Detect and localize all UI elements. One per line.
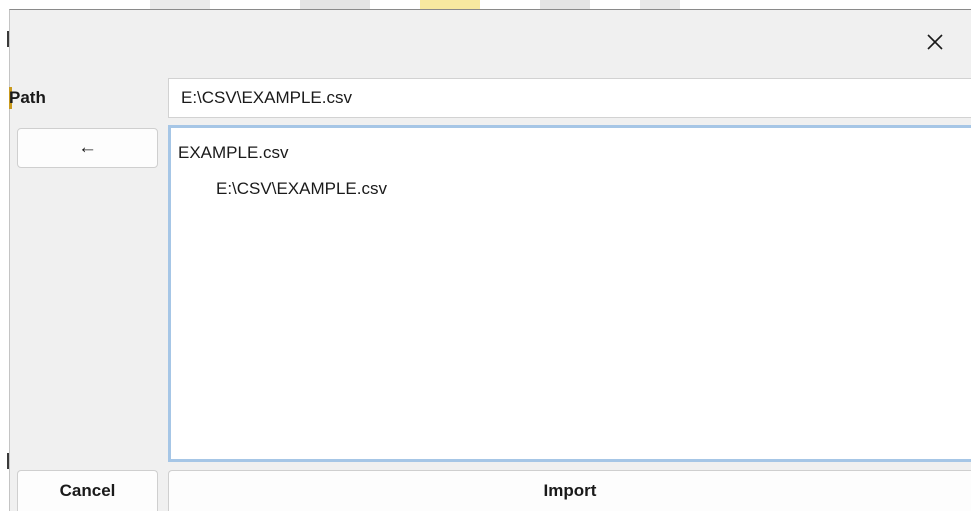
file-list[interactable]: EXAMPLE.csv E:\CSV\EXAMPLE.csv xyxy=(168,125,971,462)
background-block xyxy=(150,0,210,9)
background-app-strip xyxy=(0,0,971,9)
import-button-label: Import xyxy=(543,481,597,500)
background-block xyxy=(420,0,480,9)
close-button[interactable] xyxy=(912,22,958,62)
cancel-button[interactable]: Cancel xyxy=(17,470,158,511)
background-app-edge xyxy=(0,9,9,511)
background-block xyxy=(640,0,680,9)
close-icon xyxy=(927,34,943,50)
background-block xyxy=(540,0,590,9)
file-list-item-path[interactable]: E:\CSV\EXAMPLE.csv xyxy=(216,178,387,200)
import-button[interactable]: Import xyxy=(168,470,971,511)
cancel-button-label: Cancel xyxy=(59,481,116,500)
path-input[interactable] xyxy=(168,78,971,118)
back-arrow-icon: ← xyxy=(78,137,97,158)
path-label: Path xyxy=(9,88,46,107)
background-block xyxy=(300,0,370,9)
file-list-item-name[interactable]: EXAMPLE.csv xyxy=(178,142,289,164)
back-button[interactable]: ← xyxy=(17,128,158,168)
